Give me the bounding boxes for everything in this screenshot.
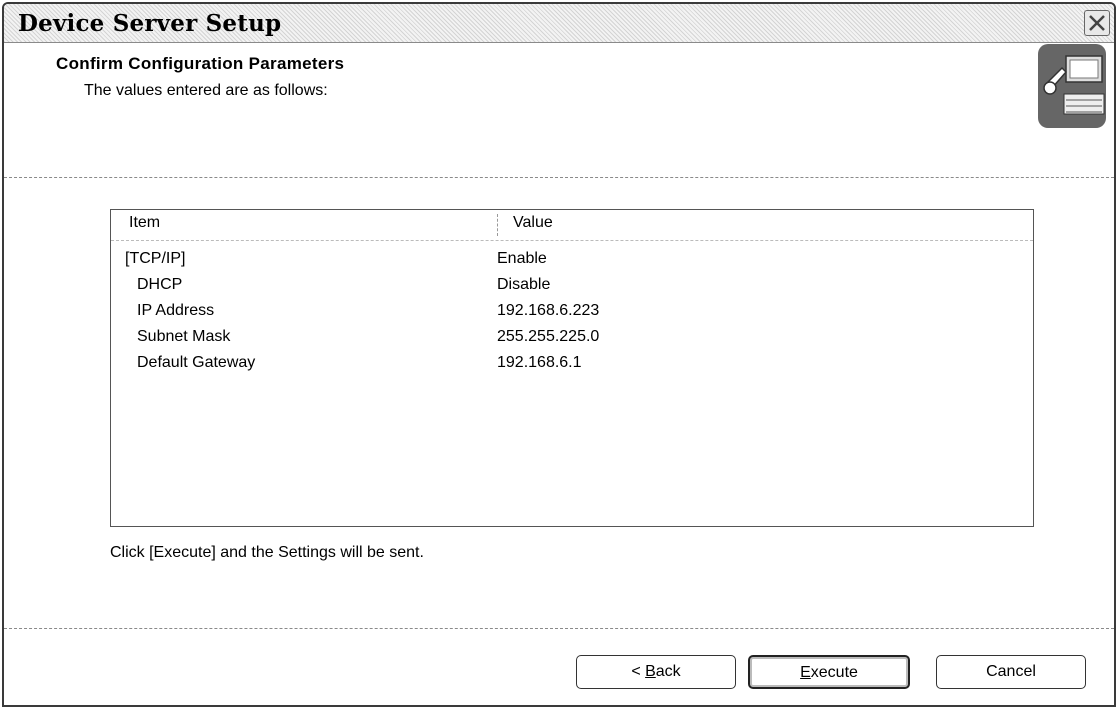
table-row[interactable]: DHCP Disable bbox=[111, 276, 1033, 301]
execute-label-mnemonic: E bbox=[800, 664, 811, 681]
execute-instruction: Click [Execute] and the Settings will be… bbox=[110, 544, 424, 561]
header-underline bbox=[111, 240, 1033, 241]
table-row[interactable]: Subnet Mask 255.255.225.0 bbox=[111, 328, 1033, 353]
device-setup-icon bbox=[1038, 44, 1106, 128]
close-button[interactable] bbox=[1084, 10, 1110, 36]
footer-separator bbox=[4, 628, 1114, 629]
row-item: Default Gateway bbox=[137, 354, 256, 371]
column-header-value[interactable]: Value bbox=[513, 214, 553, 232]
back-label-mnemonic: B bbox=[645, 663, 656, 680]
row-item: Subnet Mask bbox=[137, 328, 231, 345]
page-subtitle: The values entered are as follows: bbox=[84, 82, 328, 99]
table-row[interactable]: Default Gateway 192.168.6.1 bbox=[111, 354, 1033, 379]
window-title: Device Server Setup bbox=[18, 10, 282, 37]
row-item: DHCP bbox=[137, 276, 183, 293]
row-item: [TCP/IP] bbox=[125, 250, 186, 267]
back-label-rest: ack bbox=[655, 663, 681, 680]
page-title: Confirm Configuration Parameters bbox=[56, 54, 345, 73]
column-divider[interactable] bbox=[497, 214, 498, 236]
table-row[interactable]: [TCP/IP] Enable bbox=[111, 250, 1033, 275]
table-row[interactable]: IP Address 192.168.6.223 bbox=[111, 302, 1033, 327]
back-button[interactable]: < Back bbox=[576, 655, 736, 689]
back-label-prefix: < bbox=[631, 663, 646, 680]
cancel-button[interactable]: Cancel bbox=[936, 655, 1086, 689]
parameters-list[interactable]: Item Value [TCP/IP] Enable DHCP Disable … bbox=[110, 209, 1034, 527]
column-header-item[interactable]: Item bbox=[129, 214, 160, 232]
row-value: 192.168.6.223 bbox=[497, 302, 600, 319]
execute-button[interactable]: Execute bbox=[748, 655, 910, 689]
close-icon bbox=[1089, 15, 1105, 31]
row-value: Disable bbox=[497, 276, 551, 293]
device-server-setup-dialog: Device Server Setup Confirm Configuratio… bbox=[2, 2, 1116, 707]
row-value: Enable bbox=[497, 250, 547, 267]
header-separator bbox=[4, 177, 1114, 178]
execute-label-rest: xecute bbox=[810, 664, 858, 681]
row-item: IP Address bbox=[137, 302, 215, 319]
row-value: 255.255.225.0 bbox=[497, 328, 600, 345]
row-value: 192.168.6.1 bbox=[497, 354, 582, 371]
title-bar[interactable]: Device Server Setup bbox=[4, 4, 1114, 43]
